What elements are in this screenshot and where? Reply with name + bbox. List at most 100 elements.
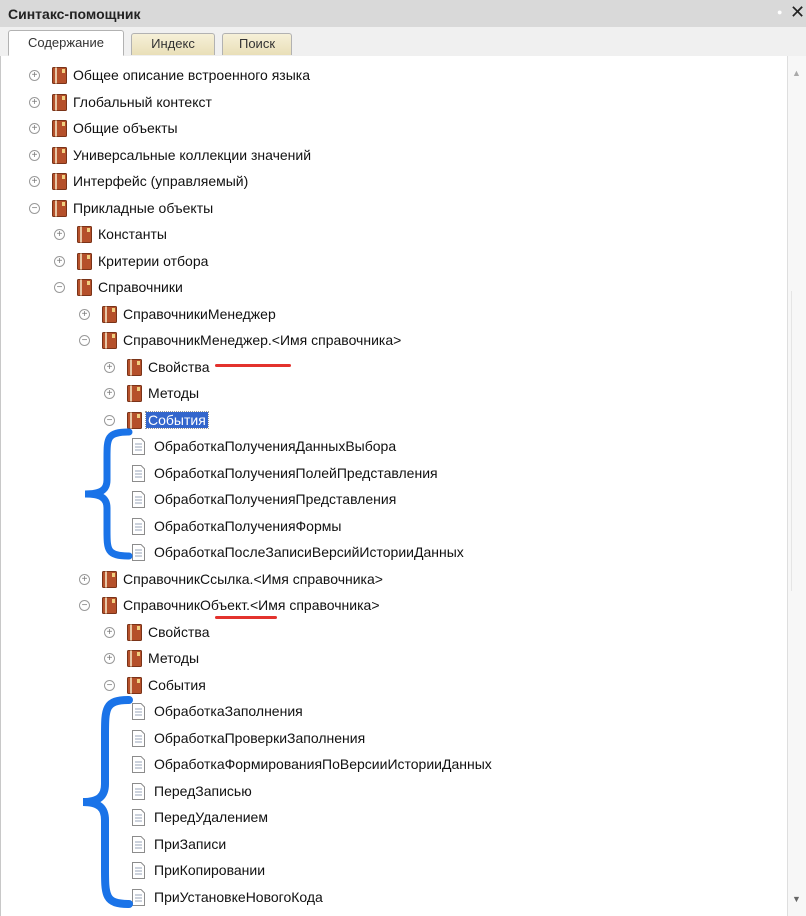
- expand-icon[interactable]: +: [104, 627, 115, 638]
- tab-search[interactable]: Поиск: [222, 33, 292, 55]
- tree-item-label: Глобальный контекст: [73, 94, 212, 110]
- collapse-icon[interactable]: −: [79, 335, 90, 346]
- book-icon: [52, 120, 67, 137]
- scroll-thumb[interactable]: [791, 291, 804, 591]
- collapse-icon[interactable]: −: [29, 203, 40, 214]
- underline-annotation-1: [215, 364, 291, 367]
- expand-icon[interactable]: +: [29, 97, 40, 108]
- tree-item-label: ОбработкаПолученияПредставления: [154, 491, 397, 507]
- expand-icon[interactable]: +: [29, 176, 40, 187]
- tree-node-item[interactable]: + Методы: [1, 647, 781, 673]
- expand-icon[interactable]: +: [29, 150, 40, 161]
- tree-item-label: ПриЗаписи: [154, 836, 227, 852]
- tree-item-label: ОбработкаЗаполнения: [154, 703, 303, 719]
- tree-item-label: События: [148, 677, 206, 693]
- tree-item-label: Методы: [148, 385, 200, 401]
- expand-icon[interactable]: +: [54, 229, 65, 240]
- book-icon: [77, 226, 92, 243]
- tree-item-label: Универсальные коллекции значений: [73, 147, 312, 163]
- tree-node-item[interactable]: + Общее описание встроенного языка: [1, 64, 781, 90]
- book-icon: [77, 253, 92, 270]
- tree-item-label: ПриКопировании: [154, 862, 266, 878]
- expand-icon[interactable]: +: [54, 256, 65, 267]
- tree-item-label: ОбработкаПолученияДанныхВыбора: [154, 438, 397, 454]
- tree-node-item[interactable]: + Универсальные коллекции значений: [1, 144, 781, 170]
- pin-icon[interactable]: ●: [777, 7, 782, 17]
- expand-icon[interactable]: +: [79, 309, 90, 320]
- contents-panel: + Общее описание встроенного языка + Глобал…: [0, 56, 806, 916]
- book-icon: [127, 412, 142, 429]
- tree-item-label: ОбработкаПроверкиЗаполнения: [154, 730, 366, 746]
- tree-node-item[interactable]: + Константы: [1, 223, 781, 249]
- book-icon: [52, 200, 67, 217]
- tab-label: Поиск: [238, 36, 276, 51]
- tree-item-label: ОбработкаФормированияПоВерсииИсторииДанн…: [154, 756, 492, 772]
- collapse-icon[interactable]: −: [79, 600, 90, 611]
- scroll-down-icon[interactable]: ▼: [792, 894, 801, 904]
- book-icon: [77, 279, 92, 296]
- expand-icon[interactable]: +: [104, 362, 115, 373]
- tree-item-label: ПередУдалением: [154, 809, 268, 825]
- tree-node-item[interactable]: − Прикладные объекты: [1, 197, 781, 223]
- tab-label: Индекс: [151, 36, 195, 51]
- tree-item-label: События: [145, 411, 209, 429]
- tree-item-label: Справочники: [98, 279, 183, 295]
- tree-node-item[interactable]: + Критерии отбора: [1, 250, 781, 276]
- tree-item-label: ОбработкаПолученияФормы: [154, 518, 342, 534]
- book-icon: [127, 650, 142, 667]
- book-icon: [102, 597, 117, 614]
- book-icon: [52, 173, 67, 190]
- tree-node-item[interactable]: + Свойства: [1, 621, 781, 647]
- tree-node-item[interactable]: + Интерфейс (управляемый): [1, 170, 781, 196]
- tree-item-label: СправочникиМенеджер: [123, 306, 276, 322]
- tab-index[interactable]: Индекс: [131, 33, 215, 55]
- book-icon: [127, 624, 142, 641]
- tree-item-label: Интерфейс (управляемый): [73, 173, 249, 189]
- tree-node-item[interactable]: + СправочникиМенеджер: [1, 303, 781, 329]
- expand-icon[interactable]: +: [79, 574, 90, 585]
- tree-item-label: Свойства: [148, 624, 210, 640]
- tree-item-label: Методы: [148, 650, 200, 666]
- tree-node-item[interactable]: + СправочникСсылка.<Имя справочника>: [1, 568, 781, 594]
- collapse-icon[interactable]: −: [54, 282, 65, 293]
- brace-annotation-2: [82, 696, 133, 908]
- book-icon: [102, 571, 117, 588]
- expand-icon[interactable]: +: [104, 388, 115, 399]
- tree-node-item[interactable]: + Свойства: [1, 356, 781, 382]
- tree-node-item[interactable]: + Общие объекты: [1, 117, 781, 143]
- book-icon: [102, 306, 117, 323]
- book-icon: [127, 385, 142, 402]
- tree-item-label: СправочникСсылка.<Имя справочника>: [123, 571, 383, 587]
- book-icon: [52, 67, 67, 84]
- expand-icon[interactable]: +: [104, 653, 115, 664]
- expand-icon[interactable]: +: [29, 123, 40, 134]
- tree-item-label: СправочникОбъект.<Имя справочника>: [123, 597, 380, 613]
- tree-item-label: Константы: [98, 226, 167, 242]
- tree-node-item[interactable]: − СправочникМенеджер.<Имя справочника>: [1, 329, 781, 355]
- title-bar: Синтакс-помощник ● ✕: [0, 0, 806, 27]
- tab-contents[interactable]: Содержание: [8, 30, 124, 56]
- tree-item-label: ПриУстановкеНовогоКода: [154, 889, 323, 905]
- vertical-scrollbar[interactable]: ▲ ▼: [787, 56, 806, 916]
- collapse-icon[interactable]: −: [104, 680, 115, 691]
- tree-item-label: ПередЗаписью: [154, 783, 252, 799]
- tree-node-item[interactable]: + Методы: [1, 382, 781, 408]
- tree-item-label: ОбработкаПолученияПолейПредставления: [154, 465, 438, 481]
- tree-item-label: Критерии отбора: [98, 253, 209, 269]
- tree-item-label: СправочникМенеджер.<Имя справочника>: [123, 332, 402, 348]
- book-icon: [127, 359, 142, 376]
- book-icon: [52, 147, 67, 164]
- tree-node-item[interactable]: − Справочники: [1, 276, 781, 302]
- window-title: Синтакс-помощник: [8, 6, 141, 22]
- close-icon[interactable]: ✕: [790, 2, 805, 23]
- tree-node-item[interactable]: + Глобальный контекст: [1, 91, 781, 117]
- tree-node-item[interactable]: − СправочникОбъект.<Имя справочника>: [1, 594, 781, 620]
- tab-bar: Содержание Индекс Поиск: [0, 27, 806, 57]
- tree-item-label: Прикладные объекты: [73, 200, 214, 216]
- collapse-icon[interactable]: −: [104, 415, 115, 426]
- brace-annotation-1: [84, 428, 133, 560]
- expand-icon[interactable]: +: [29, 70, 40, 81]
- tree-item-label: Свойства: [148, 359, 210, 375]
- book-icon: [127, 677, 142, 694]
- scroll-up-icon[interactable]: ▲: [792, 68, 801, 78]
